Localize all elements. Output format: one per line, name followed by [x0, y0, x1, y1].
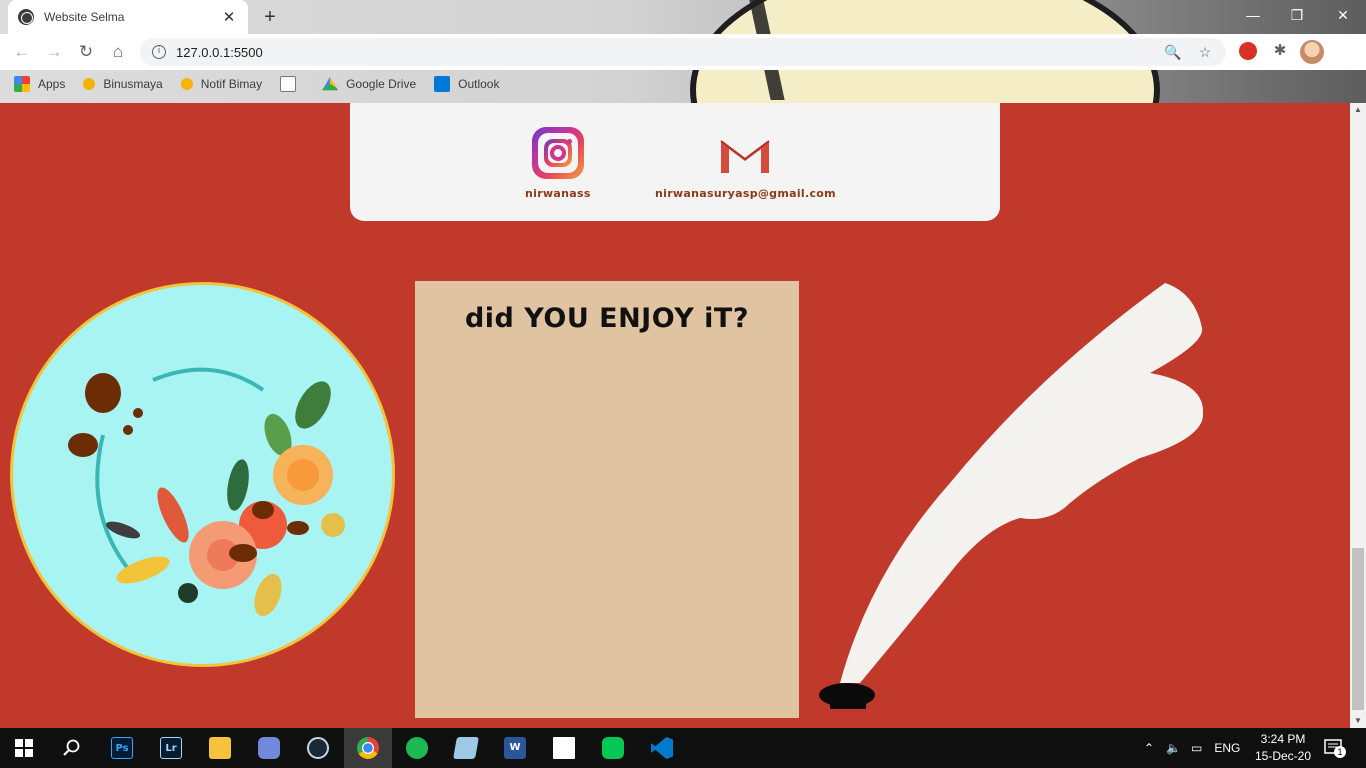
- word-icon: W: [504, 737, 526, 759]
- bookmark-image[interactable]: [280, 76, 304, 92]
- reload-button[interactable]: ↻: [74, 41, 98, 63]
- instagram-contact[interactable]: nirwanass: [525, 127, 591, 200]
- taskbar-sticky-notes[interactable]: [540, 728, 588, 768]
- taskbar-clock[interactable]: 3:24 PM 15-Dec-20: [1248, 731, 1318, 765]
- clock-date: 15-Dec-20: [1254, 749, 1312, 763]
- taskbar-line[interactable]: [589, 728, 637, 768]
- home-button[interactable]: ⌂: [106, 41, 130, 63]
- taskbar-word[interactable]: W: [491, 728, 539, 768]
- taskbar-file-explorer[interactable]: [196, 728, 244, 768]
- bookmark-binusmaya[interactable]: Binusmaya: [83, 77, 163, 91]
- spotify-icon: [406, 737, 428, 759]
- url-text[interactable]: 127.0.0.1:5500: [176, 45, 1162, 60]
- discord-icon: [258, 737, 280, 759]
- tray-chevron-up-icon[interactable]: ⌃: [1144, 741, 1154, 755]
- instagram-handle: nirwanass: [525, 187, 591, 200]
- contact-card: nirwanass nirwanasuryasp@gmail.com: [350, 103, 1000, 221]
- email-contact[interactable]: nirwanasuryasp@gmail.com: [655, 127, 836, 200]
- bookmarks-bar: Apps Binusmaya Notif Bimay Google Drive …: [0, 70, 690, 98]
- zoom-icon[interactable]: 🔍: [1162, 44, 1184, 61]
- taskbar-discord[interactable]: [245, 728, 293, 768]
- volume-icon[interactable]: 🔈: [1166, 741, 1181, 755]
- taskbar-vscode[interactable]: [638, 728, 686, 768]
- back-button[interactable]: ←: [10, 41, 34, 63]
- clock-time: 3:24 PM: [1260, 732, 1306, 746]
- browser-toolbar: ← → ↻ ⌂ i 127.0.0.1:5500 🔍 ☆ ✱: [0, 34, 1366, 70]
- browser-tab[interactable]: Website Selma ✕: [8, 0, 248, 34]
- notif-bimay-icon: [180, 78, 193, 90]
- floral-wreath-image: [10, 282, 395, 667]
- notepad-icon: [453, 737, 479, 759]
- bookmark-apps[interactable]: Apps: [14, 76, 65, 92]
- bookmark-star-icon[interactable]: ☆: [1194, 44, 1216, 61]
- feedback-panel: did YOU ENJOY iT?: [415, 281, 799, 718]
- forward-button[interactable]: →: [42, 41, 66, 63]
- language-indicator[interactable]: ENG: [1214, 741, 1240, 755]
- scroll-up-arrow-icon[interactable]: ▲: [1350, 103, 1366, 117]
- email-address: nirwanasuryasp@gmail.com: [655, 187, 836, 200]
- notification-count: 1: [1334, 746, 1346, 758]
- instagram-icon[interactable]: [531, 127, 584, 179]
- action-center-button[interactable]: 1: [1324, 738, 1346, 758]
- windows-logo-icon: [15, 739, 33, 757]
- taskbar-photoshop[interactable]: Ps: [98, 728, 146, 768]
- chrome-icon: [357, 737, 379, 759]
- site-info-icon[interactable]: i: [152, 45, 166, 59]
- outlook-icon: [434, 76, 451, 92]
- profile-avatar[interactable]: [1300, 40, 1324, 64]
- scroll-down-arrow-icon[interactable]: ▼: [1350, 714, 1366, 728]
- search-icon: [63, 739, 80, 756]
- network-icon[interactable]: ▭: [1191, 741, 1202, 755]
- bookmark-google-drive[interactable]: Google Drive: [322, 76, 416, 92]
- close-window-button[interactable]: ✕: [1320, 4, 1366, 26]
- new-tab-button[interactable]: +: [258, 5, 282, 29]
- binusmaya-icon: [83, 78, 96, 90]
- taskbar-notepad[interactable]: [442, 728, 490, 768]
- page-content: nirwanass nirwanasuryasp@gmail.com did Y…: [0, 103, 1350, 728]
- taskbar-lightroom[interactable]: Lr: [147, 728, 195, 768]
- extension-stop-icon[interactable]: [1239, 42, 1257, 60]
- sticky-notes-icon: [553, 737, 575, 759]
- vscode-icon: [651, 737, 673, 759]
- quill-feather-illustration: [819, 283, 1204, 709]
- scrollbar-thumb[interactable]: [1352, 548, 1364, 710]
- folder-icon: [209, 737, 231, 759]
- bookmark-outlook[interactable]: Outlook: [434, 76, 499, 92]
- google-drive-icon: [322, 76, 339, 91]
- windows-start-button[interactable]: [0, 728, 48, 768]
- minimize-button[interactable]: —: [1230, 4, 1276, 26]
- browser-chrome: Website Selma ✕ + — ❐ ✕ ← → ↻ ⌂ i 127.0.…: [0, 0, 1366, 103]
- panel-title: did YOU ENJOY iT?: [464, 303, 750, 334]
- address-bar[interactable]: i 127.0.0.1:5500 🔍 ☆: [140, 38, 1226, 66]
- taskbar-chrome[interactable]: [344, 728, 392, 768]
- restore-button[interactable]: ❐: [1274, 4, 1320, 26]
- image-icon: [280, 76, 297, 92]
- globe-icon: [18, 9, 34, 25]
- system-tray: ⌃ 🔈 ▭ ENG: [1144, 728, 1240, 768]
- line-icon: [602, 737, 624, 759]
- photoshop-icon: Ps: [111, 737, 133, 759]
- bookmark-notif-bimay[interactable]: Notif Bimay: [180, 77, 262, 91]
- windows-taskbar: Ps Lr W ⌃ 🔈 ▭ ENG 3:24 PM 15-Dec-20 1: [0, 728, 1366, 768]
- gmail-icon[interactable]: [718, 127, 772, 179]
- steam-icon: [307, 737, 329, 759]
- taskbar-search[interactable]: [48, 728, 96, 768]
- taskbar-steam[interactable]: [294, 728, 342, 768]
- extensions-puzzle-icon[interactable]: ✱: [1271, 42, 1289, 60]
- floral-wreath-illustration: [68, 367, 345, 617]
- lightroom-icon: Lr: [160, 737, 182, 759]
- taskbar-spotify[interactable]: [393, 728, 441, 768]
- close-tab-icon[interactable]: ✕: [220, 8, 238, 26]
- apps-grid-icon: [14, 76, 30, 92]
- page-scrollbar[interactable]: ▲ ▼: [1350, 103, 1366, 728]
- tab-title: Website Selma: [44, 10, 125, 24]
